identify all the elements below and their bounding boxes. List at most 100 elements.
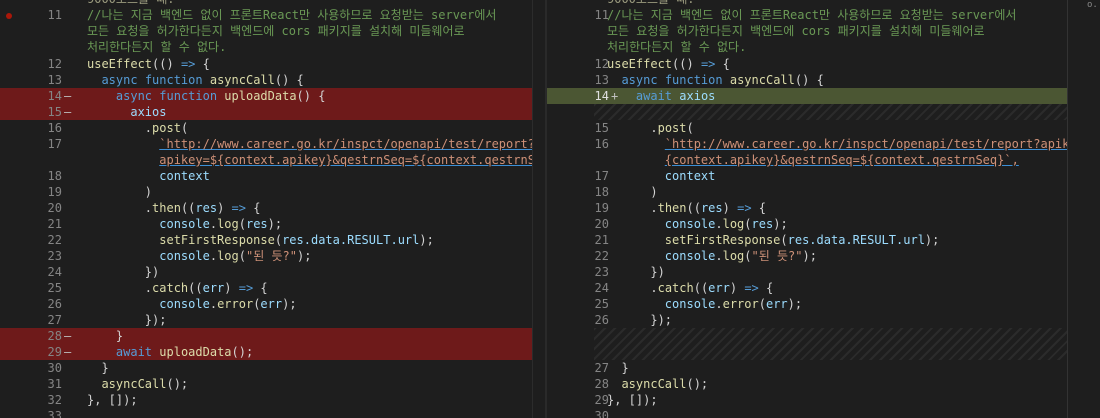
code-line[interactable]: 16 .post(: [0, 120, 545, 136]
code-line[interactable]: 33: [0, 408, 545, 418]
code-line[interactable]: 25 console.error(err);: [547, 296, 1067, 312]
code-line[interactable]: 14— async function uploadData() {: [0, 88, 545, 104]
code-token: context: [159, 169, 210, 183]
code-token: console: [664, 297, 716, 311]
code-token: ();: [231, 345, 254, 359]
code-token: ): [729, 281, 745, 295]
code-line[interactable]: 23 }): [547, 264, 1067, 280]
code-line[interactable]: 14 + await axios: [547, 88, 1067, 104]
code-line[interactable]: 17 `http://www.career.go.kr/inspct/opena…: [0, 136, 545, 152]
code-line[interactable]: 26 });: [547, 312, 1067, 328]
code-content: apikey=${context.apikey}&qestrnSeq=${con…: [87, 152, 545, 168]
code-line[interactable]: 처리한다든지 할 수 없다.: [547, 39, 1067, 55]
code-line-partial[interactable]: 9000포트를 때.: [0, 0, 545, 7]
code-line[interactable]: 처리한다든지 할 수 없다.: [0, 39, 545, 55]
code-token: (: [274, 233, 283, 247]
code-token: 처리한다든지 할 수 없다.: [607, 40, 747, 54]
code-line[interactable]: 22 console.log("된 듯?");: [547, 248, 1067, 264]
code-line[interactable]: 27 });: [0, 312, 545, 328]
code-line[interactable]: 18 context: [0, 168, 545, 184]
code-line[interactable]: 29}, []);: [547, 392, 1067, 408]
code-token: err: [708, 281, 730, 295]
code-line[interactable]: 18 ): [547, 184, 1067, 200]
code-line[interactable]: 21 console.log(res);: [0, 216, 545, 232]
code-line[interactable]: 22 setFirstResponse(res.data.RESULT.url)…: [0, 232, 545, 248]
code-content: await axios: [607, 88, 715, 104]
code-token: {: [758, 281, 774, 295]
code-line[interactable]: 12 useEffect(() => {: [0, 56, 545, 72]
left-scrollbar[interactable]: [532, 0, 546, 418]
line-number: 21: [47, 217, 62, 231]
code-content: context: [607, 168, 716, 184]
line-number: 27: [47, 313, 62, 327]
line-number: 23: [594, 265, 609, 279]
code-content: setFirstResponse(res.data.RESULT.url);: [607, 232, 940, 248]
code-line[interactable]: 16 `http://www.career.go.kr/inspct/opena…: [547, 136, 1067, 152]
code-line[interactable]: 26 console.error(err);: [0, 296, 545, 312]
code-token: .: [650, 201, 658, 215]
code-line[interactable]: 13 async function asyncCall() {: [547, 72, 1067, 88]
code-token: error: [722, 297, 759, 311]
code-line[interactable]: 21 setFirstResponse(res.data.RESULT.url)…: [547, 232, 1067, 248]
diff-right-pane[interactable]: 9000포트를 때.11//나는 지금 백엔드 없이 프론트React만 사용하…: [547, 0, 1067, 418]
code-line[interactable]: 23 console.log("된 듯?");: [0, 248, 545, 264]
code-line[interactable]: 25 .catch((err) => {: [0, 280, 545, 296]
diff-left-pane[interactable]: 9000포트를 때. 11 //나는 지금 백엔드 없이 프론트React만 사용하…: [0, 0, 545, 418]
code-token: }: [621, 361, 629, 375]
code-token: .: [209, 249, 218, 263]
code-token: asyncCall: [729, 73, 795, 87]
overview-ruler-label: o.: [1087, 0, 1098, 10]
code-line[interactable]: 24 }): [0, 264, 545, 280]
line-number: 22: [594, 249, 609, 263]
code-line[interactable]: apikey=${context.apikey}&qestrnSeq=${con…: [0, 152, 545, 168]
code-line[interactable]: 30 }: [0, 360, 545, 376]
code-token: axios: [130, 105, 167, 119]
code-line[interactable]: 27 }: [547, 360, 1067, 376]
code-line[interactable]: 19 ): [0, 184, 545, 200]
code-token: );: [802, 249, 817, 263]
code-line[interactable]: 15— axios: [0, 104, 545, 120]
code-token: 모든 요청을 허가한다든지 백엔드에 cors 패키지를 설치해 미들웨어로: [607, 24, 985, 38]
code-line[interactable]: 32}, []);: [0, 392, 545, 408]
code-line[interactable]: 31 asyncCall();: [0, 376, 545, 392]
code-line[interactable]: 13 async function asyncCall() {: [0, 72, 545, 88]
code-line[interactable]: 15 .post(: [547, 120, 1067, 136]
line-number: 17: [47, 137, 62, 151]
code-line[interactable]: {context.apikey}&qestrnSeq=${context.qes…: [547, 152, 1067, 168]
code-token: .url: [896, 233, 925, 247]
code-token: });: [144, 313, 167, 327]
code-content: .catch((err) => {: [607, 280, 773, 296]
code-token: (: [758, 297, 766, 311]
code-token: () {: [296, 89, 326, 103]
code-line[interactable]: 모든 요청을 허가한다든지 백엔드에 cors 패키지를 설치해 미들웨어로: [547, 23, 1067, 39]
code-content: asyncCall();: [87, 376, 188, 392]
code-line-partial[interactable]: 9000포트를 때.: [547, 0, 1067, 7]
code-token: uploadData: [224, 89, 297, 103]
code-line[interactable]: 11//나는 지금 백엔드 없이 프론트React만 사용하므로 요청받는 se…: [547, 7, 1067, 23]
code-line[interactable]: 28— }: [0, 328, 545, 344]
code-content: console.error(err);: [87, 296, 296, 312]
line-number: 13: [47, 73, 62, 87]
code-line[interactable]: 17 context: [547, 168, 1067, 184]
code-line[interactable]: 30: [547, 408, 1067, 418]
code-line[interactable]: 20 .then((res) => {: [0, 200, 545, 216]
line-number: 32: [47, 393, 62, 407]
line-number: 11: [47, 8, 62, 22]
code-line[interactable]: 28 asyncCall();: [547, 376, 1067, 392]
code-token: res: [195, 201, 218, 215]
code-line[interactable]: 12 useEffect(() => {: [547, 56, 1067, 72]
overview-ruler[interactable]: o.: [1067, 0, 1100, 418]
code-line[interactable]: 모든 요청을 허가한다든지 백엔드에 cors 패키지를 설치해 미들웨어로: [0, 23, 545, 39]
code-line[interactable]: 19 .then((res) => {: [547, 200, 1067, 216]
code-line[interactable]: 11//나는 지금 백엔드 없이 프론트React만 사용하므로 요청받는 se…: [0, 7, 545, 23]
code-line[interactable]: 24 .catch((err) => {: [547, 280, 1067, 296]
code-line[interactable]: 20 console.log(res);: [547, 216, 1067, 232]
code-line[interactable]: 29— await uploadData();: [0, 344, 545, 360]
